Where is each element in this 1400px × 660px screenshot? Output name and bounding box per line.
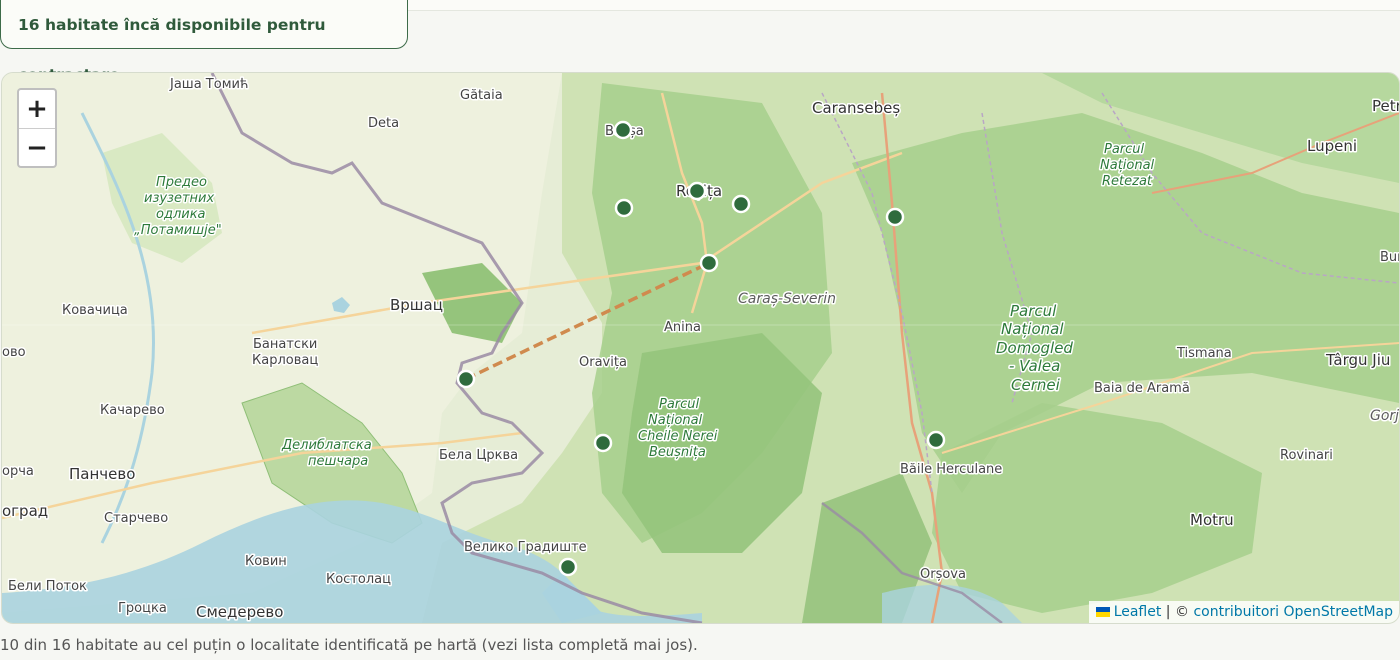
label-pancevo: Панчево <box>69 465 135 483</box>
label-domogled-4: - Valea <box>1009 357 1060 375</box>
label-veliko-gradiste: Велико Градиште <box>464 540 587 555</box>
osm-contributors-link[interactable]: contribuitori OpenStreetMap <box>1193 604 1393 620</box>
label-beli-potok: Бели Поток <box>8 579 87 594</box>
habitat-marker[interactable] <box>456 369 476 389</box>
label-kovacica: Ковачица <box>62 303 128 318</box>
ukraine-flag-icon <box>1095 607 1110 617</box>
habitat-marker[interactable] <box>926 430 946 450</box>
label-kacarevo: Качарево <box>100 403 165 418</box>
label-potamisje-1: Предео <box>156 175 207 190</box>
label-nera-4: Beușnița <box>649 445 706 460</box>
label-domogled-2: Național <box>1001 320 1064 338</box>
label-nera-1: Parcul <box>659 397 700 412</box>
habitat-marker[interactable] <box>614 198 634 218</box>
label-nera-2: Național <box>648 413 703 428</box>
label-domogled-1: Parcul <box>1010 302 1057 320</box>
habitat-marker[interactable] <box>687 181 707 201</box>
label-potamisje-4: „Потамишје" <box>134 223 222 238</box>
habitat-marker[interactable] <box>593 433 613 453</box>
map-caption: 10 din 16 habitate au cel puțin o locali… <box>0 636 698 654</box>
habitat-marker[interactable] <box>558 557 578 577</box>
map-tiles: Јаша Томић Gătaia Deta Bocșa Caransebeș … <box>2 73 1399 623</box>
zoom-control: + − <box>17 88 57 168</box>
label-potamisje-3: одлика <box>156 207 206 222</box>
label-domogled-3: Domogled <box>996 339 1073 357</box>
label-motru: Motru <box>1190 511 1234 529</box>
label-kovin: Ковин <box>245 554 287 569</box>
label-jasa-tomic: Јаша Томић <box>169 77 248 92</box>
label-borca: орча <box>2 464 34 479</box>
label-potamisje-2: изузетних <box>144 191 214 206</box>
label-ovo: ово <box>2 345 26 360</box>
label-orsova: Orșova <box>920 567 966 582</box>
habitat-marker[interactable] <box>731 194 751 214</box>
label-caras-severin: Caraș-Severin <box>738 291 836 307</box>
label-retezat-1: Parcul <box>1104 142 1145 157</box>
label-gataia: Gătaia <box>460 88 503 103</box>
habitat-marker[interactable] <box>885 207 905 227</box>
label-deliblatska-1: Делиблатска <box>281 438 372 453</box>
label-domogled-5: Cernei <box>1011 376 1061 394</box>
label-gorj: Gorj <box>1370 408 1399 424</box>
zoom-in-button[interactable]: + <box>19 90 55 129</box>
label-retezat-2: Național <box>1100 158 1155 173</box>
attribution-separator: | © <box>1161 604 1194 620</box>
label-deta: Deta <box>368 116 399 131</box>
available-habitats-badge: 16 habitate încă disponibile pentru cont… <box>0 0 408 84</box>
label-caransebes: Caransebeș <box>812 99 900 117</box>
label-oravita: Oravița <box>579 355 627 370</box>
label-kostolac: Костолац <box>326 572 391 587</box>
label-smederevo: Смедерево <box>196 603 283 621</box>
label-baia-de-arama: Baia de Aramă <box>1094 381 1190 396</box>
map-attribution: Leaflet | © contribuitori OpenStreetMap <box>1088 601 1399 623</box>
label-nera-3: Cheile Nerei <box>638 429 718 444</box>
label-banatski-karlovac-1: Банатски <box>253 337 317 352</box>
leaflet-link[interactable]: Leaflet <box>1114 604 1162 620</box>
label-bela-crkva: Бела Црква <box>439 448 518 463</box>
label-starcevo: Старчево <box>104 511 168 526</box>
label-rovinari: Rovinari <box>1280 448 1333 463</box>
label-anina: Anina <box>664 320 701 335</box>
habitat-map[interactable]: Јаша Томић Gătaia Deta Bocșa Caransebeș … <box>1 72 1400 624</box>
zoom-out-button[interactable]: − <box>19 129 55 167</box>
label-targu-jiu: Târgu Jiu <box>1325 351 1390 369</box>
label-petrosani: Petr <box>1372 97 1399 115</box>
habitat-marker[interactable] <box>613 120 633 140</box>
label-grocka: Гроцка <box>118 601 167 616</box>
label-baile-herculane: Băile Herculane <box>900 462 1002 477</box>
label-bur: Bur <box>1380 250 1399 265</box>
label-lupeni: Lupeni <box>1307 137 1357 155</box>
label-retezat-3: Retezat <box>1102 174 1153 189</box>
label-tismana: Tismana <box>1176 346 1232 361</box>
label-vrsac: Вршац <box>390 296 443 314</box>
label-deliblatska-2: пешчара <box>308 454 368 469</box>
habitat-marker[interactable] <box>699 253 719 273</box>
label-beograd: оград <box>2 502 48 520</box>
label-banatski-karlovac-2: Карловац <box>252 353 318 368</box>
